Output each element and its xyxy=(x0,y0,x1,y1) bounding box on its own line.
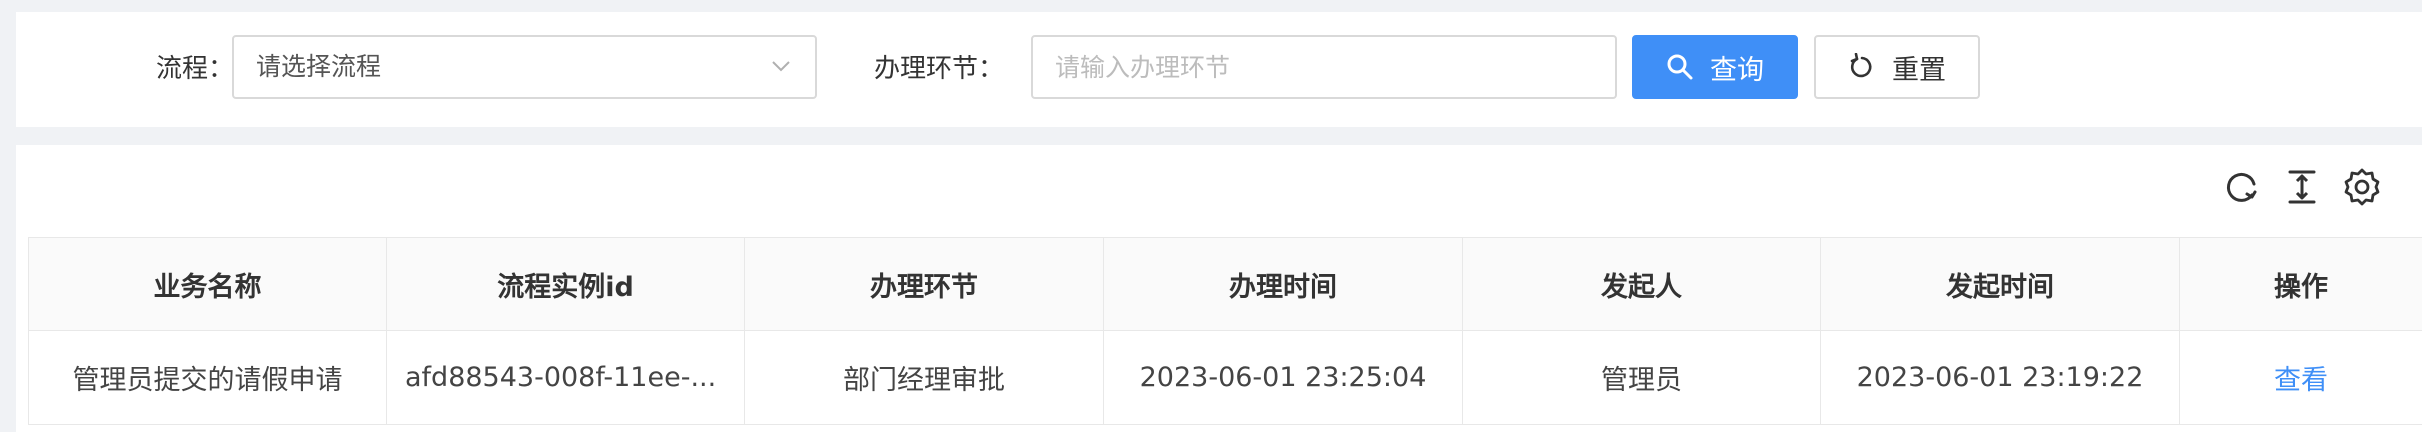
table-header-row: 业务名称 流程实例id 办理环节 办理时间 发起人 发起时间 操作 xyxy=(28,237,2422,331)
data-table: 业务名称 流程实例id 办理环节 办理时间 发起人 发起时间 操作 管理员提交的… xyxy=(28,237,2422,425)
query-button-label: 查询 xyxy=(1710,54,1764,86)
query-button[interactable]: 查询 xyxy=(1632,35,1798,99)
cell-instance-id: afd88543-008f-11ee-... xyxy=(386,330,745,425)
reset-button[interactable]: 重置 xyxy=(1814,35,1980,99)
search-icon xyxy=(1666,53,1694,81)
column-header[interactable]: 流程实例id xyxy=(386,237,745,331)
step-label: 办理环节： xyxy=(874,54,1005,84)
settings-icon[interactable] xyxy=(2340,165,2384,209)
cell-start-time: 2023-06-01 23:19:22 xyxy=(1820,330,2180,425)
chevron-down-icon xyxy=(772,61,790,72)
cell-initiator: 管理员 xyxy=(1462,330,1821,425)
cell-action: 查看 xyxy=(2179,330,2422,425)
process-select[interactable]: 请选择流程 xyxy=(232,35,817,99)
column-header[interactable]: 办理环节 xyxy=(744,237,1104,331)
process-select-value: 请选择流程 xyxy=(256,52,382,81)
cell-step: 部门经理审批 xyxy=(744,330,1104,425)
view-link[interactable]: 查看 xyxy=(2274,365,2328,396)
refresh-icon[interactable] xyxy=(2220,165,2264,209)
column-header[interactable]: 操作 xyxy=(2179,237,2422,331)
reset-button-label: 重置 xyxy=(1892,54,1946,86)
search-panel: 流程： 请选择流程 办理环节： 查询 重置 xyxy=(16,12,2422,127)
cell-business-name: 管理员提交的请假申请 xyxy=(28,330,387,425)
step-input[interactable] xyxy=(1031,35,1617,99)
process-label: 流程： xyxy=(156,54,235,84)
column-header[interactable]: 发起时间 xyxy=(1820,237,2180,331)
density-icon[interactable] xyxy=(2280,165,2324,209)
table-row: 管理员提交的请假申请 afd88543-008f-11ee-... 部门经理审批… xyxy=(28,330,2422,425)
table-card: 业务名称 流程实例id 办理环节 办理时间 发起人 发起时间 操作 管理员提交的… xyxy=(16,145,2422,432)
reload-icon xyxy=(1848,53,1876,81)
column-header[interactable]: 办理时间 xyxy=(1103,237,1463,331)
column-header[interactable]: 业务名称 xyxy=(28,237,387,331)
column-header[interactable]: 发起人 xyxy=(1462,237,1821,331)
cell-handle-time: 2023-06-01 23:25:04 xyxy=(1103,330,1463,425)
